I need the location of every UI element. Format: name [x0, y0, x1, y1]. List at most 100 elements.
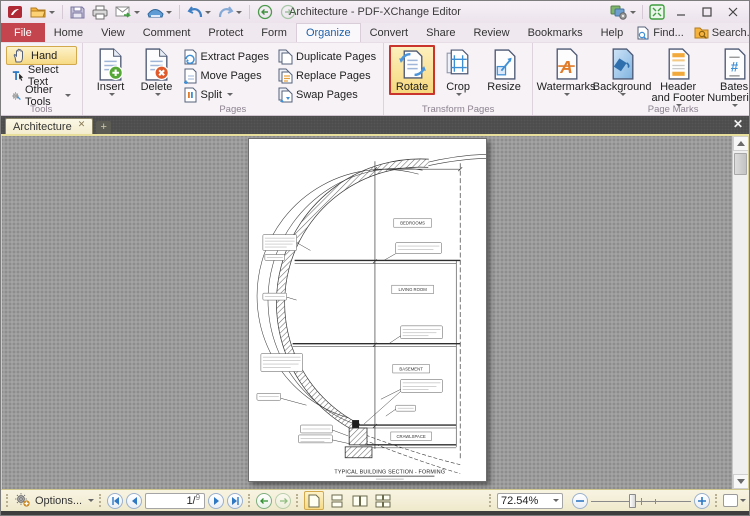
- page-number-input[interactable]: 1/9: [145, 492, 206, 509]
- nav-back-button[interactable]: [255, 3, 275, 21]
- insert-pages-button[interactable]: Insert: [88, 45, 134, 97]
- split-button[interactable]: Split: [180, 86, 271, 103]
- header-footer-button[interactable]: Header and Footer: [650, 45, 706, 108]
- document-canvas[interactable]: BEDROOMS LIVING ROOM BASEMENT CRAWLSPACE…: [1, 136, 749, 489]
- swap-pages-button[interactable]: Swap Pages: [275, 86, 378, 103]
- watermarks-button[interactable]: A Watermarks: [537, 45, 596, 97]
- tab-form[interactable]: Form: [252, 23, 296, 42]
- tab-convert[interactable]: Convert: [361, 23, 418, 42]
- extract-pages-button[interactable]: Extract Pages: [180, 48, 271, 65]
- tab-comment[interactable]: Comment: [134, 23, 200, 42]
- other-tools-button[interactable]: Other Tools: [6, 84, 77, 108]
- fit-page-button[interactable]: [723, 494, 746, 507]
- zoom-level-combobox[interactable]: 72.54%: [497, 492, 563, 509]
- scroll-down-button[interactable]: [733, 474, 748, 489]
- tab-home[interactable]: Home: [45, 23, 92, 42]
- redo-button[interactable]: [216, 3, 244, 21]
- delete-pages-button[interactable]: Delete: [134, 45, 180, 97]
- select-text-button[interactable]: Select Text: [6, 64, 77, 88]
- move-pages-button[interactable]: Move Pages: [180, 67, 271, 84]
- save-button[interactable]: [68, 3, 87, 21]
- options-button[interactable]: Options...: [14, 493, 95, 508]
- extract-pages-icon: [184, 49, 197, 64]
- duplicate-pages-button[interactable]: Duplicate Pages: [275, 48, 378, 65]
- last-page-button[interactable]: [227, 492, 244, 509]
- customize-toolbar-button[interactable]: [608, 3, 638, 21]
- app-window: Architecture - PDF-XChange Editor File H…: [0, 0, 750, 516]
- ribbon-group-tools: Hand Select Text Other Tools Tools: [1, 43, 83, 115]
- document-tab-architecture[interactable]: Architecture ✕: [5, 118, 94, 134]
- replace-pages-button[interactable]: Replace Pages: [275, 67, 378, 84]
- separator: [642, 5, 643, 19]
- scan-button[interactable]: [145, 3, 174, 21]
- fullscreen-button[interactable]: [647, 3, 667, 21]
- next-page-button[interactable]: [208, 492, 225, 509]
- pdf-page[interactable]: BEDROOMS LIVING ROOM BASEMENT CRAWLSPACE…: [248, 138, 487, 482]
- tab-file[interactable]: File: [1, 23, 45, 42]
- insert-pages-label: Insert: [96, 81, 125, 93]
- crop-pages-button[interactable]: Crop: [435, 45, 481, 97]
- options-label: Options...: [35, 494, 83, 507]
- open-button[interactable]: [28, 3, 57, 21]
- background-button[interactable]: Background: [593, 45, 651, 97]
- separator: [62, 5, 63, 19]
- label-basement: BASEMENT: [399, 366, 423, 371]
- scroll-up-button[interactable]: [733, 136, 748, 151]
- window-bottom-edge: [1, 511, 749, 515]
- print-button[interactable]: [90, 3, 110, 21]
- previous-page-button[interactable]: [126, 492, 143, 509]
- rotate-pages-label: Rotate: [395, 81, 429, 93]
- tab-review[interactable]: Review: [464, 23, 518, 42]
- zoom-in-button[interactable]: [694, 492, 710, 509]
- email-button[interactable]: [113, 3, 142, 21]
- scrollbar-thumb[interactable]: [734, 153, 747, 175]
- bates-numbering-button[interactable]: # Bates Numbering: [706, 45, 749, 108]
- zoom-slider-thumb[interactable]: [629, 493, 636, 508]
- hand-tool-button[interactable]: Hand: [6, 46, 77, 65]
- rotate-pages-button[interactable]: Rotate: [389, 45, 436, 95]
- resize-pages-button[interactable]: Resize: [481, 45, 527, 94]
- fit-page-icon: [723, 494, 738, 507]
- undo-button[interactable]: [185, 3, 213, 21]
- find-button[interactable]: Find...: [632, 24, 688, 42]
- close-tab-icon[interactable]: ✕: [78, 120, 86, 129]
- previous-view-button[interactable]: [256, 492, 273, 509]
- nav-forward-button[interactable]: [278, 3, 298, 21]
- current-page: 1/: [186, 494, 196, 507]
- zoom-slider-tick: [655, 498, 656, 504]
- maximize-button[interactable]: [695, 3, 719, 21]
- tab-organize[interactable]: Organize: [295, 23, 361, 42]
- chevron-down-icon: [553, 499, 559, 502]
- swap-pages-icon: [278, 87, 293, 102]
- tab-bookmarks[interactable]: Bookmarks: [519, 23, 592, 42]
- tab-protect[interactable]: Protect: [199, 23, 252, 42]
- tab-share[interactable]: Share: [417, 23, 464, 42]
- new-tab-button[interactable]: +: [96, 121, 112, 134]
- single-page-view-button[interactable]: [304, 491, 325, 510]
- two-page-continuous-view-button[interactable]: [373, 491, 393, 510]
- separator: [179, 5, 180, 19]
- tab-help[interactable]: Help: [592, 23, 633, 42]
- hand-icon: [13, 48, 23, 63]
- minimize-button[interactable]: [669, 3, 693, 21]
- zoom-out-button[interactable]: [572, 492, 588, 509]
- continuous-view-button[interactable]: [327, 491, 347, 510]
- chevron-down-icon: [108, 93, 115, 96]
- tab-view[interactable]: View: [92, 23, 134, 42]
- chevron-down-icon: [49, 10, 55, 14]
- chevron-down-icon: [740, 499, 746, 502]
- close-button[interactable]: [721, 3, 745, 21]
- first-page-button[interactable]: [107, 492, 124, 509]
- close-pane-button[interactable]: ✕: [733, 118, 743, 130]
- two-page-view-button[interactable]: [350, 491, 370, 510]
- status-bar: Options... 1/9 72.54%: [1, 489, 749, 511]
- document-tab-label: Architecture: [13, 120, 72, 133]
- search-button[interactable]: Search...: [690, 24, 749, 42]
- swap-pages-label: Swap Pages: [296, 88, 358, 101]
- next-view-button[interactable]: [275, 492, 292, 509]
- vertical-scrollbar[interactable]: [732, 136, 748, 489]
- zoom-slider[interactable]: [591, 493, 691, 509]
- chevron-down-icon: [456, 93, 463, 96]
- label-crawlspace: CRAWLSPACE: [396, 434, 425, 439]
- chevron-down-icon: [620, 93, 627, 96]
